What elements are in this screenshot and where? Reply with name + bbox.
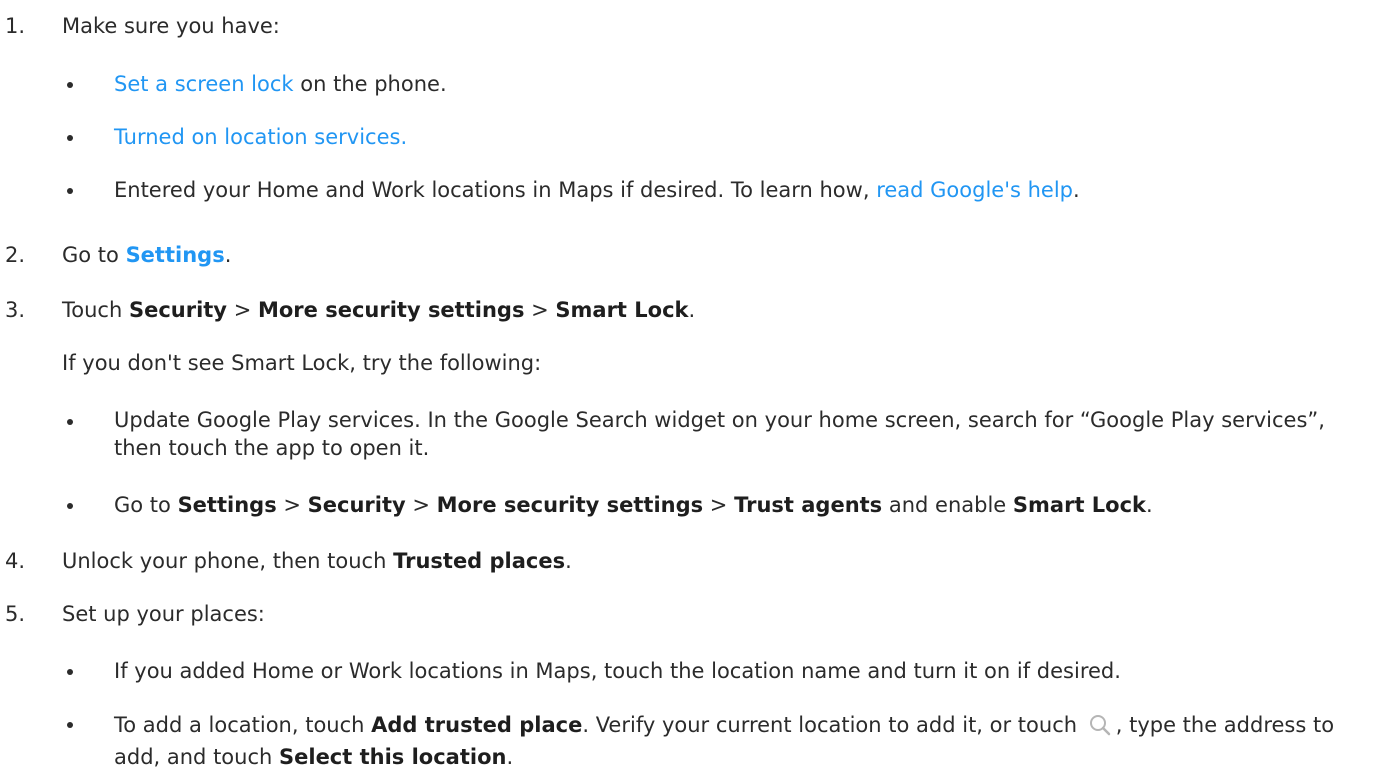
bullet-icon	[67, 82, 73, 88]
search-icon	[1088, 713, 1114, 736]
bullet-icon	[67, 419, 73, 425]
bullet-icon	[67, 188, 73, 194]
step-text: Make sure you have:	[62, 14, 280, 38]
bullet-icon	[67, 669, 73, 675]
more-security-settings-label: More security settings	[257, 298, 525, 322]
step-number: 2.	[5, 243, 26, 267]
set-screen-lock-link[interactable]: Set a screen lock	[114, 72, 294, 96]
step-number: 5.	[5, 602, 26, 626]
smart-lock-label: Smart Lock	[555, 298, 689, 322]
bullet-icon	[67, 722, 73, 728]
help-article: 1. Make sure you have: Set a screen lock…	[0, 0, 1375, 778]
bullet-icon	[67, 503, 73, 509]
step-3-note: If you don't see Smart Lock, try the fol…	[62, 351, 542, 375]
bullet-icon	[67, 135, 73, 141]
settings-link[interactable]: Settings	[126, 243, 225, 267]
read-google-help-link[interactable]: read Google's help	[876, 178, 1073, 202]
step-number: 1.	[5, 14, 26, 38]
step-number: 4.	[5, 549, 26, 573]
step-number: 3.	[5, 298, 26, 322]
security-label: Security	[128, 298, 228, 322]
trusted-places-label: Trusted places	[393, 549, 566, 573]
location-services-link[interactable]: Turned on location services.	[114, 125, 407, 149]
